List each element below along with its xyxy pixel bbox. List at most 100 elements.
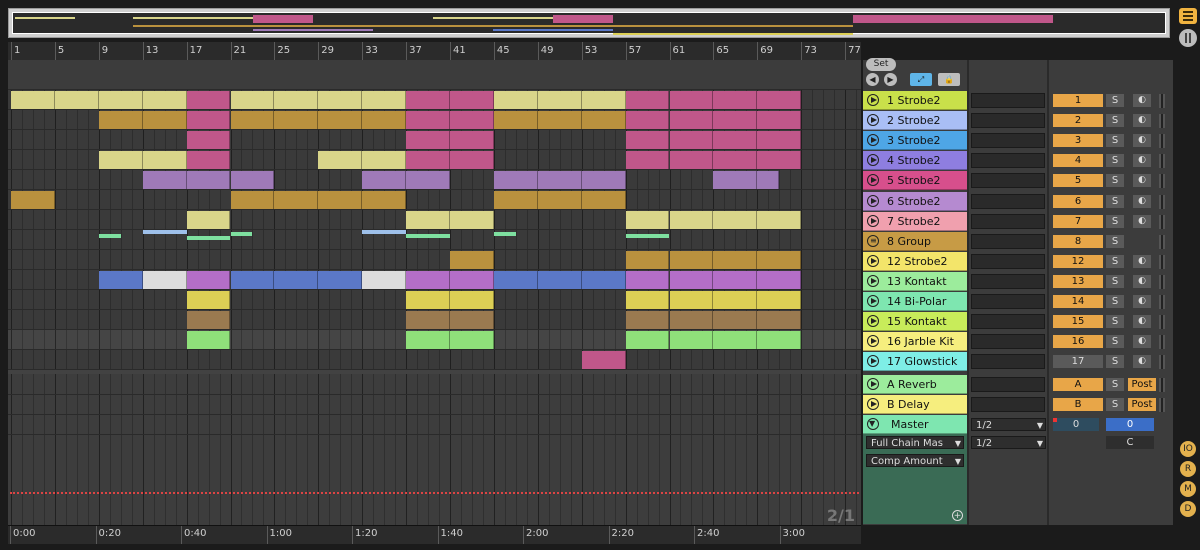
- audio-clip[interactable]: [142, 171, 187, 189]
- solo-button[interactable]: S: [1106, 94, 1124, 107]
- io-toggle-button[interactable]: IO: [1180, 441, 1196, 457]
- track-activator[interactable]: 7: [1053, 214, 1103, 228]
- audio-clip[interactable]: [537, 191, 582, 209]
- audio-clip[interactable]: [450, 151, 494, 169]
- audio-clip[interactable]: [713, 151, 758, 169]
- audio-clip[interactable]: [713, 311, 758, 329]
- audio-clip[interactable]: [713, 131, 758, 149]
- midi-clip[interactable]: [406, 234, 450, 238]
- play-icon[interactable]: [867, 378, 879, 390]
- audio-clip[interactable]: [406, 111, 450, 129]
- arm-icon[interactable]: ◐: [1133, 254, 1151, 268]
- track-activator[interactable]: 14: [1053, 295, 1103, 308]
- master-pan[interactable]: 0: [1106, 418, 1154, 431]
- audio-clip[interactable]: [318, 111, 363, 129]
- audio-clip[interactable]: [757, 171, 780, 189]
- audio-clip[interactable]: [581, 271, 626, 289]
- solo-button[interactable]: S: [1106, 234, 1124, 248]
- play-icon[interactable]: [867, 174, 879, 187]
- fold-chevron-icon[interactable]: ▼: [867, 418, 879, 430]
- audio-clip[interactable]: [142, 151, 187, 169]
- audio-clip[interactable]: [186, 91, 231, 109]
- audio-clip[interactable]: [757, 311, 802, 329]
- arm-icon[interactable]: ◐: [1133, 274, 1151, 288]
- audio-clip[interactable]: [98, 151, 143, 169]
- midi-clip[interactable]: [493, 232, 516, 236]
- crossfade-assign[interactable]: C: [1106, 436, 1154, 449]
- audio-clip[interactable]: [98, 271, 143, 289]
- track-header[interactable]: 13 Kontakt: [863, 271, 967, 291]
- audio-clip[interactable]: [581, 91, 626, 109]
- post-send-button[interactable]: Post: [1128, 378, 1156, 391]
- track-lane[interactable]: [8, 210, 861, 230]
- audio-clip[interactable]: [450, 291, 494, 309]
- audio-clip[interactable]: [274, 191, 319, 209]
- arm-icon[interactable]: ◐: [1133, 194, 1151, 208]
- track-header[interactable]: 4 Strobe2: [863, 151, 967, 171]
- arm-icon[interactable]: ◐: [1133, 335, 1151, 349]
- arm-icon[interactable]: ◐: [1133, 295, 1151, 308]
- track-activator[interactable]: 8: [1053, 234, 1103, 248]
- audio-clip[interactable]: [537, 111, 582, 129]
- solo-button[interactable]: S: [1106, 335, 1124, 349]
- audio-clip[interactable]: [318, 271, 363, 289]
- audio-clip[interactable]: [669, 151, 714, 169]
- track-io-slot[interactable]: [971, 253, 1045, 269]
- track-header[interactable]: 17 Glowstick: [863, 352, 967, 372]
- audio-clip[interactable]: [406, 311, 450, 329]
- track-activator[interactable]: 3: [1053, 134, 1103, 148]
- arm-icon[interactable]: ◐: [1133, 355, 1151, 369]
- audio-clip[interactable]: [757, 151, 802, 169]
- audio-clip[interactable]: [493, 191, 538, 209]
- audio-clip[interactable]: [450, 271, 494, 289]
- return-activator[interactable]: A: [1053, 378, 1103, 391]
- track-activator[interactable]: 6: [1053, 194, 1103, 208]
- arm-icon[interactable]: ◐: [1133, 114, 1151, 128]
- audio-clip[interactable]: [625, 111, 670, 129]
- solo-button[interactable]: S: [1106, 254, 1124, 268]
- play-icon[interactable]: [867, 315, 879, 328]
- set-button[interactable]: Set: [866, 58, 896, 71]
- track-header[interactable]: 1 Strobe2: [863, 91, 967, 110]
- device-chooser[interactable]: Full Chain Mas ▼: [866, 436, 964, 449]
- track-activator[interactable]: 17: [1053, 355, 1103, 369]
- audio-clip[interactable]: [713, 111, 758, 129]
- arm-icon[interactable]: ◐: [1133, 94, 1151, 107]
- audio-clip[interactable]: [713, 271, 758, 289]
- play-icon[interactable]: [867, 295, 879, 307]
- mixer-toggle-button[interactable]: M: [1180, 481, 1196, 497]
- audio-clip[interactable]: [98, 111, 143, 129]
- audio-clip[interactable]: [669, 311, 714, 329]
- audio-clip[interactable]: [581, 111, 626, 129]
- track-header[interactable]: 12 Strobe2: [863, 251, 967, 271]
- track-header[interactable]: ≡ 8 Group: [863, 231, 967, 251]
- lock-icon[interactable]: 🔒: [938, 73, 960, 86]
- menu-icon[interactable]: [1179, 8, 1197, 24]
- audio-clip[interactable]: [669, 211, 714, 229]
- midi-clip[interactable]: [362, 230, 407, 234]
- audio-clip[interactable]: [581, 351, 626, 369]
- audio-clip[interactable]: [537, 91, 582, 109]
- audio-clip[interactable]: [625, 271, 670, 289]
- audio-clip[interactable]: [669, 291, 714, 309]
- post-send-button[interactable]: Post: [1128, 398, 1156, 411]
- follow-expand-icon[interactable]: ⤢: [910, 73, 932, 86]
- master-out-chooser[interactable]: 1/2 ▼: [971, 436, 1046, 449]
- audio-clip[interactable]: [142, 111, 187, 129]
- cue-out-chooser[interactable]: 1/2 ▼: [971, 418, 1046, 431]
- audio-clip[interactable]: [186, 311, 231, 329]
- track-header[interactable]: 6 Strobe2: [863, 191, 967, 211]
- audio-clip[interactable]: [581, 171, 626, 189]
- play-icon[interactable]: [867, 254, 879, 267]
- play-icon[interactable]: [867, 154, 879, 167]
- audio-clip[interactable]: [274, 111, 319, 129]
- track-io-slot[interactable]: [971, 173, 1045, 189]
- track-header[interactable]: 5 Strobe2: [863, 171, 967, 191]
- audio-clip[interactable]: [186, 331, 231, 349]
- arm-icon[interactable]: ◐: [1133, 134, 1151, 148]
- track-activator[interactable]: 13: [1053, 274, 1103, 288]
- play-icon[interactable]: [867, 335, 879, 348]
- play-icon[interactable]: [867, 355, 879, 368]
- track-lane[interactable]: [8, 250, 861, 270]
- track-activator[interactable]: 5: [1053, 174, 1103, 188]
